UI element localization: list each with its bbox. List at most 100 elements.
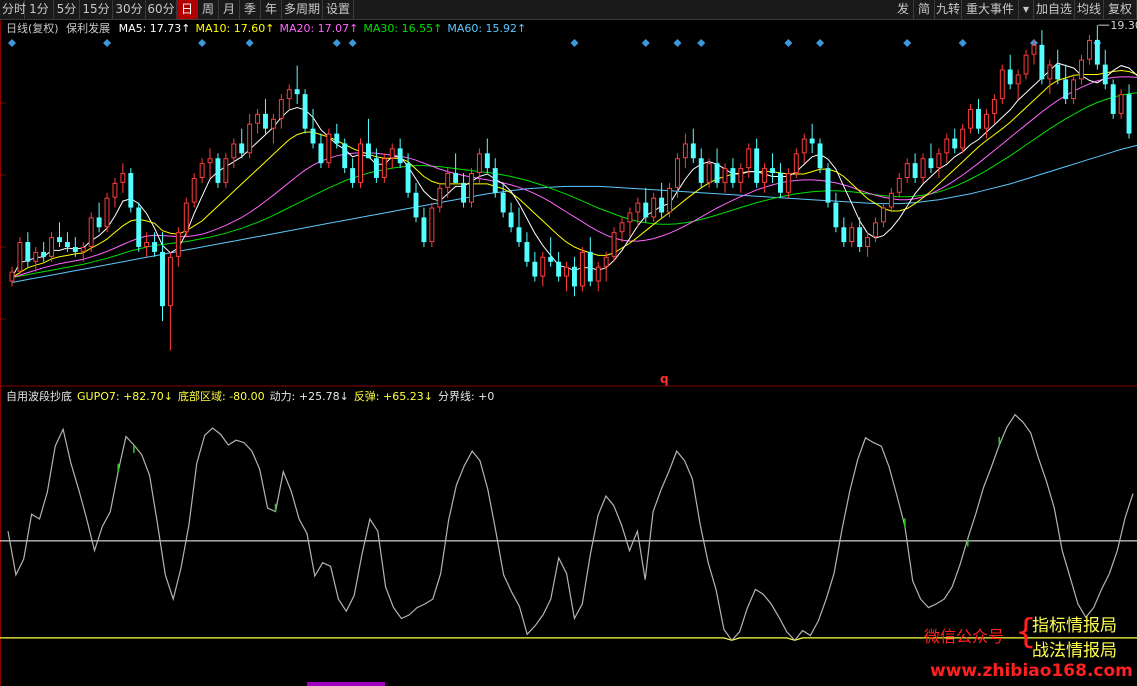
- candle-body: [239, 143, 245, 154]
- candle-body: [960, 128, 966, 149]
- signal-diamonds: [7, 39, 1102, 47]
- candle-43: [350, 158, 356, 188]
- signal-diamond-8: [673, 39, 682, 47]
- tab-period-0[interactable]: 分时: [2, 0, 26, 19]
- tab-period-2[interactable]: 5分: [54, 0, 80, 19]
- candle-body: [754, 148, 760, 183]
- tab-period-9[interactable]: 季: [240, 0, 261, 19]
- candle-139: [1110, 79, 1116, 119]
- candle-body: [722, 168, 728, 183]
- candle-15: [128, 168, 134, 213]
- candle-body: [603, 256, 609, 267]
- tab-period-4[interactable]: 30分: [113, 0, 146, 19]
- tab-period-7[interactable]: 周: [198, 0, 219, 19]
- candle-body: [643, 202, 649, 218]
- tab-period-1[interactable]: 1分: [25, 0, 54, 19]
- candle-body: [1094, 39, 1100, 65]
- candle-38: [310, 108, 316, 149]
- toolbar-button-5[interactable]: 加自选: [1034, 0, 1075, 19]
- signal-diamond-5: [348, 39, 357, 47]
- high-price-label: 19.30: [1110, 20, 1137, 32]
- candle-111: [888, 187, 894, 213]
- candle-133: [1063, 64, 1069, 105]
- candle-127: [1015, 69, 1021, 100]
- candle-77: [619, 217, 625, 243]
- candle-118: [944, 133, 950, 164]
- tab-period-5[interactable]: 60分: [146, 0, 177, 19]
- candle-body: [762, 168, 768, 183]
- toolbar-button-4[interactable]: ▾: [1019, 0, 1034, 19]
- candle-body: [1007, 69, 1013, 85]
- candle-body: [199, 163, 205, 178]
- candle-44: [358, 138, 364, 188]
- candle-body: [857, 227, 863, 247]
- tab-period-12[interactable]: 设置: [323, 0, 354, 19]
- watermark-line1: 指标情报局: [1032, 616, 1117, 636]
- candle-body: [1039, 44, 1045, 80]
- candle-16: [136, 202, 142, 252]
- candle-body: [397, 148, 403, 164]
- tab-period-11[interactable]: 多周期: [282, 0, 323, 19]
- candle-body: [983, 113, 989, 129]
- candle-109: [873, 217, 878, 243]
- candle-49: [397, 138, 403, 169]
- candle-body: [128, 173, 134, 208]
- candle-body: [635, 202, 641, 213]
- candle-113: [904, 158, 910, 183]
- toolbar-button-6[interactable]: 均线: [1075, 0, 1104, 19]
- candle-body: [1126, 94, 1132, 134]
- candle-body: [302, 94, 308, 129]
- toolbar-button-2[interactable]: 九转: [935, 0, 962, 19]
- candle-27: [223, 153, 229, 188]
- candle-body: [833, 202, 839, 228]
- toolbar-button-7[interactable]: 复权: [1104, 0, 1137, 19]
- candle-body: [540, 256, 546, 277]
- candle-108: [865, 232, 871, 257]
- toolbar-button-0[interactable]: 发: [893, 0, 914, 19]
- tab-period-8[interactable]: 月: [219, 0, 240, 19]
- candle-body: [785, 173, 791, 193]
- candle-body: [730, 168, 736, 183]
- candle-30: [247, 113, 253, 159]
- candle-3: [33, 246, 39, 272]
- candle-136: [1086, 35, 1092, 65]
- candle-body: [326, 133, 332, 164]
- candle-52: [421, 207, 427, 247]
- candle-101: [809, 123, 815, 154]
- candle-95: [762, 163, 768, 193]
- candle-body: [215, 158, 221, 183]
- candle-body: [57, 237, 62, 243]
- candle-25: [207, 148, 213, 178]
- candle-125: [999, 64, 1005, 105]
- candle-107: [857, 217, 863, 252]
- candle-body: [1079, 59, 1084, 80]
- candle-body: [112, 182, 118, 198]
- candle-body: [167, 256, 173, 307]
- candle-128: [1023, 49, 1029, 80]
- tab-period-3[interactable]: 15分: [80, 0, 113, 19]
- toolbar-button-3[interactable]: 重大事件: [962, 0, 1019, 19]
- candle-103: [825, 163, 831, 208]
- tab-period-10[interactable]: 年: [261, 0, 282, 19]
- candle-body: [564, 266, 569, 277]
- toolbar-button-1[interactable]: 简: [914, 0, 935, 19]
- candle-114: [912, 153, 918, 183]
- candle-body: [405, 163, 411, 193]
- candle-75: [603, 251, 609, 282]
- signal-diamond-10: [784, 39, 793, 47]
- candle-body: [714, 163, 720, 183]
- candle-body: [516, 227, 522, 243]
- candle-body: [587, 251, 593, 282]
- candle-64: [516, 207, 522, 247]
- candle-85: [682, 133, 688, 169]
- period-toolbar: 分时 1分 5分 15分 30分 60分日周月季年多周期 设置 发简九转 重大事件 ▾ 加自选 均线…: [0, 0, 1137, 20]
- candle-123: [983, 108, 989, 139]
- candle-body: [659, 197, 665, 213]
- watermark-url: www.zhibiao168.com: [930, 661, 1133, 681]
- candle-body: [231, 143, 237, 159]
- stock-chart[interactable]: 19.30 q: [0, 20, 1137, 686]
- signal-diamond-0: [7, 39, 16, 47]
- candle-2: [25, 232, 31, 267]
- candle-93: [746, 143, 752, 178]
- tab-period-6[interactable]: 日: [177, 0, 198, 19]
